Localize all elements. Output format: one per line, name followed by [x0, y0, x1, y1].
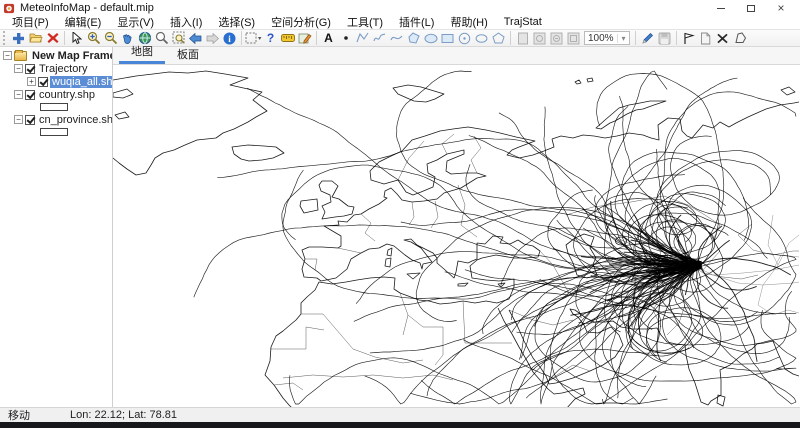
- layer-checkbox[interactable]: [25, 64, 35, 74]
- title-bar: MeteoInfoMap - default.mip ×: [0, 0, 800, 15]
- point-icon[interactable]: [337, 30, 354, 46]
- select-icon[interactable]: [68, 30, 85, 46]
- layout-page-icon[interactable]: [514, 30, 531, 46]
- open-project-icon[interactable]: [27, 30, 44, 46]
- layout-zoom-in-icon[interactable]: [531, 30, 548, 46]
- cn-province-borders-layer: [688, 215, 799, 315]
- app-window: MeteoInfoMap - default.mip × 项目(P) 编辑(E)…: [0, 0, 800, 428]
- tab-map[interactable]: 地图: [119, 41, 165, 64]
- minimize-icon: [717, 8, 725, 9]
- layers-panel: − New Map Frame − Trajectory + wuqia_all…: [0, 47, 113, 407]
- polygon-icon[interactable]: [405, 30, 422, 46]
- tab-layout[interactable]: 板面: [165, 44, 211, 64]
- new-page-icon[interactable]: [697, 30, 714, 46]
- content-area: 地图 板面: [113, 47, 800, 407]
- trajectory-lines: [194, 71, 796, 404]
- curve-icon[interactable]: [388, 30, 405, 46]
- tree-node-cn-province[interactable]: − cn_province.shp: [0, 113, 112, 126]
- map-canvas[interactable]: [113, 65, 799, 407]
- expander-icon[interactable]: −: [14, 90, 23, 99]
- edit-pencil-icon[interactable]: [639, 30, 656, 46]
- legend-item-country: [0, 101, 112, 113]
- main-area: − New Map Frame − Trajectory + wuqia_all…: [0, 47, 800, 407]
- tree-node-wuqia-all[interactable]: + wuqia_all.shp: [0, 75, 112, 88]
- oval-icon[interactable]: [473, 30, 490, 46]
- label-icon[interactable]: A: [320, 30, 337, 46]
- expander-icon[interactable]: −: [3, 51, 12, 60]
- layer-label-trajectory[interactable]: Trajectory: [37, 63, 90, 75]
- layer-checkbox[interactable]: [25, 90, 35, 100]
- menu-tools[interactable]: 工具(T): [339, 14, 391, 30]
- menu-view[interactable]: 显示(V): [109, 14, 162, 30]
- rectangle-icon[interactable]: [439, 30, 456, 46]
- tree-node-trajectory[interactable]: − Trajectory: [0, 62, 112, 75]
- menu-selection[interactable]: 选择(S): [210, 14, 263, 30]
- layer-checkbox[interactable]: [38, 77, 48, 87]
- toolbar-grip: [3, 31, 7, 45]
- measure-icon[interactable]: [279, 30, 296, 46]
- view-tabs: 地图 板面: [113, 47, 800, 65]
- start-edit-icon[interactable]: [296, 30, 313, 46]
- save-icon[interactable]: [656, 30, 673, 46]
- delete-icon[interactable]: [714, 30, 731, 46]
- help-icon[interactable]: ?: [262, 30, 279, 46]
- zoom-in-icon[interactable]: [85, 30, 102, 46]
- layer-label-country[interactable]: country.shp: [37, 89, 97, 101]
- menu-help[interactable]: 帮助(H): [442, 14, 495, 30]
- select-by-rectangle-icon[interactable]: [245, 30, 262, 46]
- layer-checkbox[interactable]: [25, 115, 35, 125]
- maximize-icon: [747, 5, 755, 12]
- legend-swatch: [40, 103, 68, 111]
- menu-bar: 项目(P) 编辑(E) 显示(V) 插入(I) 选择(S) 空间分析(G) 工具…: [0, 15, 800, 29]
- map-view[interactable]: [113, 65, 800, 407]
- menu-edit[interactable]: 编辑(E): [57, 14, 110, 30]
- tree-node-country[interactable]: − country.shp: [0, 88, 112, 101]
- freehand-icon[interactable]: [371, 30, 388, 46]
- window-bottom-edge: [0, 422, 800, 428]
- menu-trajstat[interactable]: TrajStat: [496, 16, 550, 28]
- legend-item-cn-province: [0, 126, 112, 138]
- layout-fit-icon[interactable]: [565, 30, 582, 46]
- map-frame-label[interactable]: New Map Frame: [30, 50, 113, 62]
- combo-caret-icon[interactable]: ▾: [617, 34, 629, 43]
- status-bar: 移动 Lon: 22.12; Lat: 78.81: [0, 407, 800, 422]
- menu-plugins[interactable]: 插件(L): [391, 14, 442, 30]
- remove-layer-icon[interactable]: [44, 30, 61, 46]
- zoom-out-icon[interactable]: [102, 30, 119, 46]
- coastline-layer: [113, 71, 799, 407]
- new-polyline-icon[interactable]: [354, 30, 371, 46]
- add-layer-icon[interactable]: [10, 30, 27, 46]
- expander-icon[interactable]: +: [27, 77, 36, 86]
- maximize-button[interactable]: [736, 2, 766, 15]
- menu-insert[interactable]: 插入(I): [162, 14, 210, 30]
- zoom-level-combo[interactable]: 100% ▾: [584, 31, 630, 45]
- close-button[interactable]: ×: [766, 2, 796, 15]
- zoom-level-value: 100%: [585, 33, 617, 44]
- country-borders-layer: [270, 134, 799, 390]
- tree-node-map-frame[interactable]: − New Map Frame: [0, 49, 112, 62]
- layer-label-wuqia-all[interactable]: wuqia_all.shp: [50, 76, 113, 88]
- window-title: MeteoInfoMap - default.mip: [20, 2, 154, 14]
- select-flag-icon[interactable]: [680, 30, 697, 46]
- app-icon: [4, 3, 15, 14]
- status-mode: 移动: [0, 407, 62, 423]
- map-frame-icon: [14, 51, 27, 61]
- polygon-select-icon[interactable]: [731, 30, 748, 46]
- menu-project[interactable]: 项目(P): [4, 14, 57, 30]
- layout-zoom-out-icon[interactable]: [548, 30, 565, 46]
- identify-icon[interactable]: i: [221, 30, 238, 46]
- minimize-button[interactable]: [706, 2, 736, 15]
- expander-icon[interactable]: −: [14, 115, 23, 124]
- status-coordinates: Lon: 22.12; Lat: 78.81: [62, 409, 177, 421]
- menu-geoprocessing[interactable]: 空间分析(G): [263, 14, 339, 30]
- expander-icon[interactable]: −: [14, 64, 23, 73]
- circle-icon[interactable]: [456, 30, 473, 46]
- ellipse-icon[interactable]: [422, 30, 439, 46]
- pentagon-icon[interactable]: [490, 30, 507, 46]
- legend-swatch: [40, 128, 68, 136]
- layer-label-cn-province[interactable]: cn_province.shp: [37, 114, 113, 126]
